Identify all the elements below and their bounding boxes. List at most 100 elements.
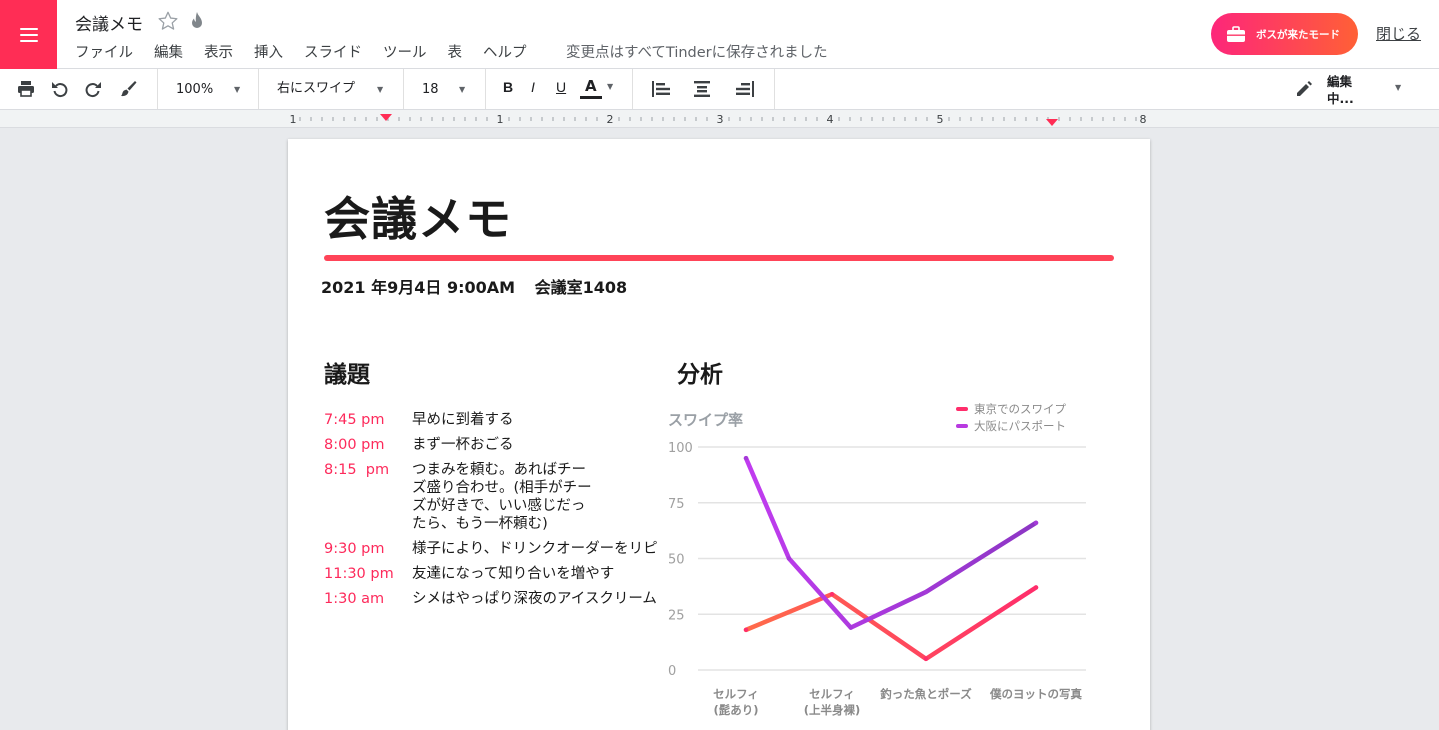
agenda-item: つまみを頼む。あればチーズ盛り合わせ。(相手がチーズが好きで、いい感じだったら、… (412, 462, 592, 532)
menu-slide[interactable]: スライド (304, 41, 362, 62)
edit-mode-select[interactable]: 編集中... ▼ (1293, 69, 1413, 109)
meeting-room: 会議室1408 (534, 278, 628, 297)
toolbar-divider (157, 69, 158, 109)
font-size-select[interactable]: 18 ▼ (422, 69, 472, 109)
legend-label: 大阪にパスポート (974, 419, 1066, 433)
caret-down-icon: ▼ (234, 84, 241, 94)
toolbar: 100% ▼ 右にスワイプ ▼ 18 ▼ B I U A ▼ 編集中... ▼ (0, 69, 1439, 110)
agenda-row: 11:30 pm 友達になって知り合いを増やす (324, 565, 664, 583)
left-indent-marker (380, 114, 392, 121)
menu-bar: ファイル 編集 表示 挿入 スライド ツール 表 ヘルプ (75, 41, 548, 62)
data-point (743, 455, 749, 461)
ruler: 1 1 2 3 4 5 8 (0, 110, 1439, 128)
menu-file[interactable]: ファイル (75, 41, 133, 62)
document-page[interactable]: 会議メモ 2021 年9月4日 9:00AM 会議室1408 議題 分析 7:4… (288, 139, 1150, 730)
flame-icon[interactable] (187, 11, 207, 33)
menu-edit[interactable]: 編集 (154, 41, 183, 62)
paint-format-icon[interactable] (118, 79, 138, 99)
print-icon[interactable] (16, 79, 36, 99)
caret-down-icon: ▼ (377, 84, 384, 94)
underline-button[interactable]: U (556, 79, 566, 95)
series-line-tokyo (743, 585, 1039, 662)
data-point (848, 625, 853, 630)
close-link[interactable]: 閉じる (1376, 23, 1421, 44)
menu-help[interactable]: ヘルプ (483, 41, 527, 62)
zoom-select[interactable]: 100% ▼ (176, 69, 246, 109)
italic-button[interactable]: I (531, 79, 535, 95)
agenda-time: 7:45 pm (324, 412, 385, 428)
analysis-heading: 分析 (677, 362, 723, 388)
ruler-number: 1 (290, 113, 297, 126)
chart-title: スワイプ率 (668, 411, 743, 429)
ruler-number: 8 (1140, 113, 1147, 126)
agenda-row: 1:30 am シメはやっぱり深夜のアイスクリーム (324, 590, 664, 608)
toolbar-divider (258, 69, 259, 109)
edit-mode-label: 編集中... (1327, 74, 1354, 106)
toolbar-divider (485, 69, 486, 109)
data-point (1033, 585, 1039, 590)
app-header: 会議メモ ファイル 編集 表示 挿入 スライド ツール 表 ヘルプ 変更点はすべ… (0, 0, 1439, 69)
agenda-row: 8:15 pm つまみを頼む。あればチーズ盛り合わせ。(相手がチーズが好きで、い… (324, 461, 664, 533)
document-title[interactable]: 会議メモ (75, 10, 143, 35)
swipe-rate-chart: スワイプ率 0 25 50 75 100 セルフィ(髭あり) セルフィ(上半身裸) 釣った魚とポ… (668, 402, 1086, 717)
meeting-date: 2021 年9月4日 9:00AM (321, 278, 516, 297)
agenda-item: まず一杯おごる (412, 437, 514, 453)
menu-view[interactable]: 表示 (204, 41, 233, 62)
data-point (923, 589, 929, 595)
ruler-number: 1 (497, 113, 504, 126)
hamburger-menu-button[interactable] (0, 0, 57, 69)
align-center-icon[interactable] (692, 79, 712, 99)
align-left-icon[interactable] (651, 79, 671, 99)
meeting-info: 2021 年9月4日 9:00AM 会議室1408 (321, 274, 641, 298)
caret-down-icon: ▼ (607, 82, 614, 91)
toolbar-divider (774, 69, 775, 109)
series-line-osaka (743, 455, 1039, 630)
agenda-heading: 議題 (324, 362, 370, 388)
save-status: 変更点はすべてTinderに保存されました (566, 45, 828, 61)
agenda-time: 1:30 am (324, 591, 385, 607)
toolbar-divider (403, 69, 404, 109)
agenda-row: 8:00 pm まず一杯おごる (324, 436, 664, 454)
ruler-scale: 1 1 2 3 4 5 8 (288, 112, 1148, 126)
text-color-button[interactable]: A ▼ (580, 77, 616, 101)
briefcase-icon (1227, 25, 1245, 42)
star-icon[interactable] (157, 10, 179, 32)
ruler-number: 5 (937, 113, 944, 126)
zoom-value: 100% (176, 81, 214, 97)
bold-button[interactable]: B (503, 79, 513, 95)
font-value: 右にスワイプ (277, 81, 356, 96)
y-tick-label: 50 (668, 553, 685, 568)
y-tick-label: 100 (668, 441, 693, 456)
agenda-time: 8:00 pm (324, 437, 385, 453)
agenda-item: シメはやっぱり深夜のアイスクリーム (412, 591, 657, 607)
hamburger-icon (19, 27, 38, 42)
undo-icon[interactable] (50, 79, 70, 99)
align-right-icon[interactable] (735, 79, 755, 99)
x-tick-label: 僕のヨットの写真 (989, 687, 1082, 701)
caret-down-icon: ▼ (1395, 83, 1402, 92)
redo-icon[interactable] (83, 79, 103, 99)
data-point (923, 656, 929, 662)
y-tick-label: 0 (668, 664, 676, 679)
data-point (743, 627, 749, 633)
menu-tools[interactable]: ツール (383, 41, 427, 62)
ruler-number: 4 (827, 113, 834, 126)
menu-insert[interactable]: 挿入 (254, 41, 283, 62)
agenda-list: 7:45 pm 早めに到着する 8:00 pm まず一杯おごる 8:15 pm … (324, 411, 664, 615)
heading-divider (324, 255, 1114, 261)
agenda-time: 11:30 pm (324, 566, 394, 582)
pencil-icon (1297, 81, 1312, 96)
agenda-time: 8:15 pm (324, 462, 390, 478)
x-tick-label: セルフィ(上半身裸) (804, 687, 861, 717)
agenda-time: 9:30 pm (324, 541, 385, 557)
menu-table[interactable]: 表 (448, 41, 463, 62)
ruler-number: 2 (607, 113, 614, 126)
text-color-label: A (585, 77, 597, 95)
boss-mode-button[interactable]: ボスが来たモード (1211, 13, 1358, 55)
agenda-item: 友達になって知り合いを増やす (412, 566, 615, 582)
document-heading: 会議メモ (324, 192, 512, 246)
data-point (1033, 520, 1039, 526)
font-select[interactable]: 右にスワイプ ▼ (277, 69, 387, 109)
boss-mode-label: ボスが来たモード (1256, 28, 1340, 41)
agenda-row: 7:45 pm 早めに到着する (324, 411, 664, 429)
